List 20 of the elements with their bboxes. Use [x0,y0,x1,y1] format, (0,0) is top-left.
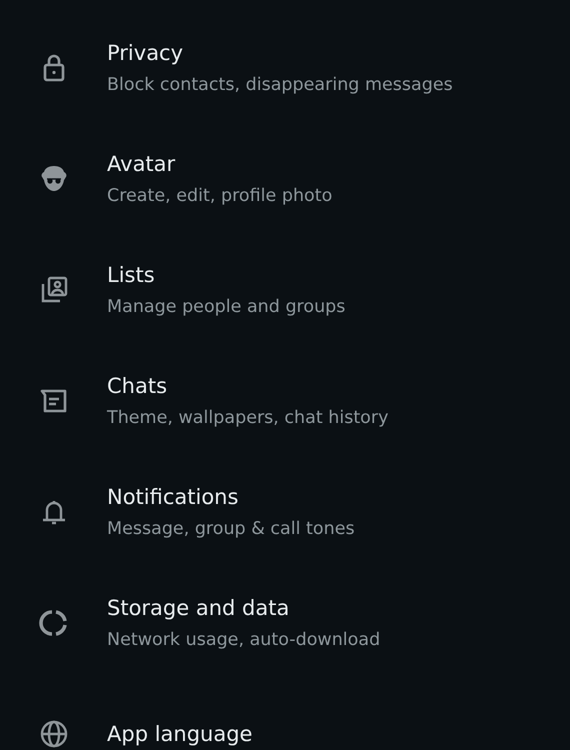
settings-item[interactable]: Chats Theme, wallpapers, chat history [0,345,570,456]
setting-subtitle: Message, group & call tones [107,518,355,538]
settings-item[interactable]: Privacy Block contacts, disappearing messages [0,12,570,123]
setting-subtitle: Block contacts, disappearing messages [107,74,453,94]
setting-title: App language [107,722,252,746]
setting-subtitle: Network usage, auto-download [107,630,380,650]
setting-title: Storage and data [107,596,290,620]
setting-title: Chats [107,374,168,398]
settings-item[interactable]: Avatar Create, edit, profile photo [0,123,570,234]
settings-item[interactable]: Storage and data Network usage, auto-download [0,567,570,678]
settings-item[interactable]: Notifications Message, group & call tones [0,456,570,567]
setting-title: Lists [107,262,155,286]
setting-title: Avatar [107,152,176,176]
setting-subtitle: Theme, wallpapers, chat history [107,408,388,428]
settings-item[interactable]: App language [0,678,570,750]
setting-subtitle: Create, edit, profile photo [107,186,332,206]
setting-title: Notifications [107,484,238,508]
setting-title: Privacy [107,40,184,64]
settings-item[interactable]: Lists Manage people and groups [0,234,570,345]
setting-subtitle: Manage people and groups [107,296,346,316]
